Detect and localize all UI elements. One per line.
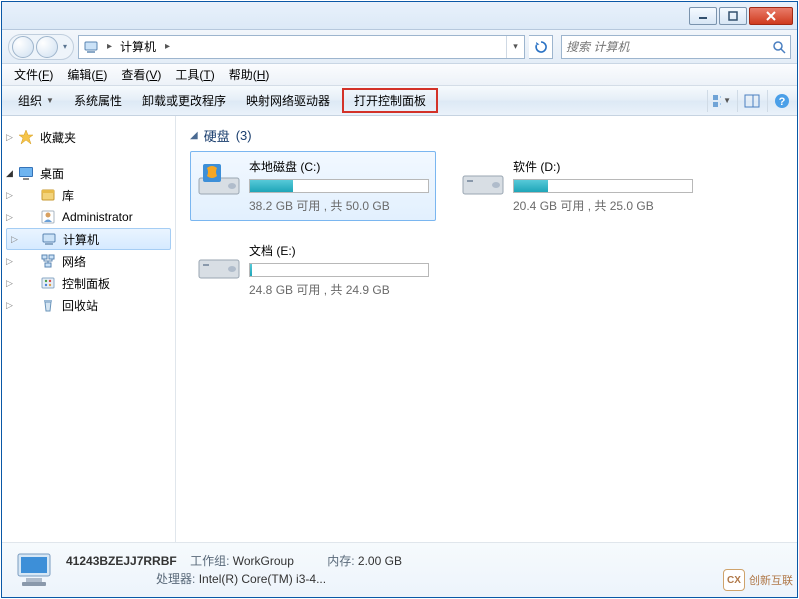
- chevron-right-icon[interactable]: ▷: [6, 256, 13, 267]
- drive-name: 文档 (E:): [249, 242, 429, 259]
- chevron-down-icon: ◢: [190, 130, 198, 141]
- sidebar-item-control-panel[interactable]: ▷ 控制面板: [2, 272, 175, 294]
- menu-e[interactable]: 编辑(E): [61, 64, 113, 85]
- toolbar-item-2[interactable]: 映射网络驱动器: [236, 88, 340, 113]
- control-panel-icon: [40, 275, 56, 291]
- group-title: 硬盘: [204, 126, 230, 145]
- sidebar-item-label: 网络: [62, 253, 86, 270]
- drive-d[interactable]: 软件 (D:) 20.4 GB 可用 , 共 25.0 GB: [454, 151, 700, 221]
- sidebar-item-label: Administrator: [62, 210, 133, 224]
- chevron-right-icon[interactable]: ▷: [6, 212, 13, 223]
- sidebar-item-libraries[interactable]: ▷库: [2, 184, 175, 206]
- computer-icon: [83, 39, 99, 55]
- drive-usage-bar: [249, 179, 429, 193]
- drive-stats: 38.2 GB 可用 , 共 50.0 GB: [249, 197, 429, 214]
- sidebar-item-network[interactable]: ▷ 网络: [2, 250, 175, 272]
- view-options-button[interactable]: ▼: [707, 90, 731, 112]
- history-dropdown[interactable]: ▾: [59, 42, 71, 51]
- sidebar-item-label: 回收站: [62, 297, 98, 314]
- forward-button[interactable]: [36, 36, 58, 58]
- toolbar-organize[interactable]: 组织▼: [8, 88, 64, 113]
- menu-h[interactable]: 帮助(H): [223, 64, 276, 85]
- administrator-icon: [40, 209, 56, 225]
- drive-group-header[interactable]: ◢ 硬盘 (3): [190, 126, 783, 145]
- recycle-bin-icon: [40, 297, 56, 313]
- details-pane: 41243BZEJJ7RRBF 工作组: WorkGroup 内存: 2.00 …: [2, 542, 797, 597]
- search-input[interactable]: [562, 40, 768, 54]
- drive-usage-bar: [513, 179, 693, 193]
- workgroup-value: WorkGroup: [233, 554, 294, 568]
- main-content: ◢ 硬盘 (3) 本地磁盘 (C:) 38.2 GB 可用 , 共 50.0 GB…: [176, 116, 797, 542]
- sidebar-item-desktop[interactable]: ◢ 桌面: [2, 162, 175, 184]
- maximize-button[interactable]: [719, 7, 747, 25]
- address-dropdown[interactable]: ▾: [506, 36, 524, 58]
- desktop-icon: [18, 165, 34, 181]
- chevron-right-icon[interactable]: ▷: [6, 132, 13, 143]
- toolbar-item-0[interactable]: 系统属性: [64, 88, 132, 113]
- back-button[interactable]: [12, 36, 34, 58]
- drive-icon: [461, 158, 505, 202]
- chevron-right-icon[interactable]: ▷: [11, 234, 18, 245]
- sidebar-item-label: 控制面板: [62, 275, 110, 292]
- drive-e[interactable]: 文档 (E:) 24.8 GB 可用 , 共 24.9 GB: [190, 235, 436, 305]
- sidebar-item-label: 桌面: [40, 165, 64, 182]
- navigation-pane: ▷ 收藏夹 ◢ 桌面 ▷库▷Administrator▷计算机▷网络▷控制面板▷…: [2, 116, 176, 542]
- group-count: (3): [236, 128, 252, 143]
- libraries-icon: [40, 187, 56, 203]
- drive-icon: [197, 242, 241, 286]
- window-titlebar: [2, 2, 797, 30]
- address-bar[interactable]: ▸ 计算机 ▸ ▾: [78, 35, 525, 59]
- chevron-right-icon[interactable]: ▷: [6, 190, 13, 201]
- close-button[interactable]: [749, 7, 793, 25]
- menu-v[interactable]: 查看(V): [115, 64, 167, 85]
- computer-large-icon: [12, 548, 56, 592]
- computer-icon: [41, 231, 57, 247]
- menu-t[interactable]: 工具(T): [169, 64, 220, 85]
- workgroup-label: 工作组:: [190, 554, 229, 568]
- preview-pane-button[interactable]: [737, 90, 761, 112]
- cpu-value: Intel(R) Core(TM) i3-4...: [199, 572, 326, 586]
- sidebar-item-label: 计算机: [63, 231, 99, 248]
- chevron-right-icon[interactable]: ▷: [6, 278, 13, 289]
- navigation-bar: ▾ ▸ 计算机 ▸ ▾: [2, 30, 797, 64]
- menu-bar: 文件(F)编辑(E)查看(V)工具(T)帮助(H): [2, 64, 797, 86]
- refresh-button[interactable]: [529, 35, 553, 59]
- command-toolbar: 组织▼ 系统属性卸载或更改程序映射网络驱动器打开控制面板 ▼ ?: [2, 86, 797, 116]
- search-box[interactable]: [561, 35, 791, 59]
- sidebar-item-computer[interactable]: ▷ 计算机: [6, 228, 171, 250]
- sidebar-item-favorites[interactable]: ▷ 收藏夹: [2, 126, 175, 148]
- sidebar-item-administrator[interactable]: ▷ Administrator: [2, 206, 175, 228]
- drive-usage-bar: [249, 263, 429, 277]
- memory-label: 内存:: [327, 554, 354, 568]
- chevron-right-icon[interactable]: ▷: [6, 300, 13, 311]
- drive-icon: [197, 158, 241, 202]
- chevron-down-icon[interactable]: ◢: [6, 168, 13, 179]
- network-icon: [40, 253, 56, 269]
- svg-text:?: ?: [778, 96, 785, 108]
- minimize-button[interactable]: [689, 7, 717, 25]
- memory-value: 2.00 GB: [358, 554, 402, 568]
- toolbar-item-3[interactable]: 打开控制面板: [342, 88, 438, 113]
- breadcrumb-computer[interactable]: 计算机: [116, 36, 161, 58]
- drive-name: 本地磁盘 (C:): [249, 158, 429, 175]
- drive-stats: 24.8 GB 可用 , 共 24.9 GB: [249, 281, 429, 298]
- star-icon: [18, 129, 34, 145]
- menu-f[interactable]: 文件(F): [8, 64, 59, 85]
- sidebar-item-recycle-bin[interactable]: ▷ 回收站: [2, 294, 175, 316]
- computer-name: 41243BZEJJ7RRBF: [66, 554, 177, 568]
- help-button[interactable]: ?: [767, 90, 791, 112]
- breadcrumb-chevron[interactable]: ▸: [161, 41, 174, 52]
- sidebar-item-label: 收藏夹: [40, 129, 76, 146]
- breadcrumb-root-chevron[interactable]: ▸: [103, 41, 116, 52]
- drive-name: 软件 (D:): [513, 158, 693, 175]
- cpu-label: 处理器:: [156, 572, 195, 586]
- search-icon[interactable]: [768, 40, 790, 54]
- nav-history-group: ▾: [8, 34, 74, 60]
- sidebar-item-label: 库: [62, 187, 74, 204]
- drive-c[interactable]: 本地磁盘 (C:) 38.2 GB 可用 , 共 50.0 GB: [190, 151, 436, 221]
- drive-stats: 20.4 GB 可用 , 共 25.0 GB: [513, 197, 693, 214]
- toolbar-item-1[interactable]: 卸载或更改程序: [132, 88, 236, 113]
